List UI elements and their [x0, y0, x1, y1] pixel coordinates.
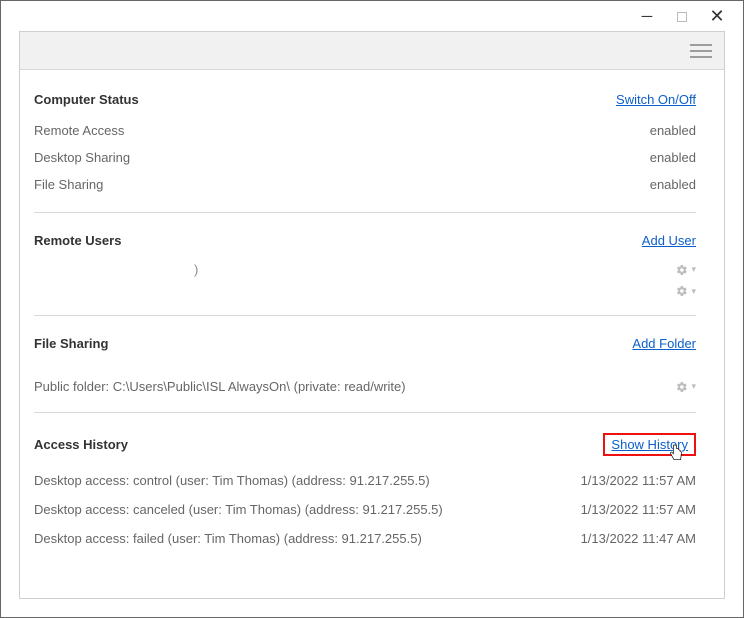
caret-down-icon: ▾: [691, 286, 696, 297]
section-divider: [34, 315, 696, 316]
status-value: enabled: [650, 123, 696, 138]
section-divider: [34, 212, 696, 213]
history-row: Desktop access: control (user: Tim Thoma…: [34, 466, 696, 495]
history-time: 1/13/2022 11:47 AM: [581, 531, 696, 546]
add-user-link[interactable]: Add User: [642, 233, 696, 248]
user-settings-button[interactable]: ▾: [676, 285, 696, 297]
menu-icon[interactable]: [690, 44, 712, 58]
show-history-link[interactable]: Show History: [611, 437, 688, 452]
remote-user-row: ) ▾: [34, 258, 696, 281]
minimize-button[interactable]: ─: [639, 8, 655, 24]
gear-icon: [676, 381, 688, 393]
close-button[interactable]: ✕: [709, 8, 725, 24]
status-row: Remote Access enabled: [34, 117, 696, 144]
caret-down-icon: ▾: [691, 264, 696, 275]
status-row: Desktop Sharing enabled: [34, 144, 696, 171]
remote-users-title: Remote Users: [34, 233, 121, 248]
history-text: Desktop access: control (user: Tim Thoma…: [34, 473, 430, 488]
section-divider: [34, 412, 696, 413]
titlebar: ─ ✕: [1, 1, 743, 31]
user-settings-button[interactable]: ▾: [676, 264, 696, 276]
gear-icon: [676, 285, 688, 297]
public-folder-path: Public folder: C:\Users\Public\ISL Alway…: [34, 379, 406, 394]
history-row: Desktop access: canceled (user: Tim Thom…: [34, 495, 696, 524]
history-time: 1/13/2022 11:57 AM: [581, 502, 696, 517]
status-label: File Sharing: [34, 177, 103, 192]
add-folder-link[interactable]: Add Folder: [632, 336, 696, 351]
scroll-area[interactable]: Computer Status Switch On/Off Remote Acc…: [20, 70, 724, 598]
section-computer-status: Computer Status Switch On/Off Remote Acc…: [34, 92, 696, 213]
history-row: Desktop access: failed (user: Tim Thomas…: [34, 524, 696, 553]
status-label: Remote Access: [34, 123, 124, 138]
content-frame: Computer Status Switch On/Off Remote Acc…: [19, 31, 725, 599]
caret-down-icon: ▾: [691, 381, 696, 392]
history-text: Desktop access: canceled (user: Tim Thom…: [34, 502, 443, 517]
toolbar: [20, 32, 724, 70]
section-remote-users: Remote Users Add User ) ▾: [34, 233, 696, 316]
history-time: 1/13/2022 11:57 AM: [581, 473, 696, 488]
file-sharing-row: Public folder: C:\Users\Public\ISL Alway…: [34, 361, 696, 398]
section-file-sharing: File Sharing Add Folder Public folder: C…: [34, 336, 696, 413]
show-history-highlight: Show History: [603, 433, 696, 456]
maximize-button[interactable]: [677, 12, 687, 22]
section-access-history: Access History Show History Desktop acce…: [34, 433, 696, 553]
folder-settings-button[interactable]: ▾: [676, 381, 696, 393]
history-text: Desktop access: failed (user: Tim Thomas…: [34, 531, 422, 546]
remote-user-row: ▾: [34, 281, 696, 301]
status-value: enabled: [650, 150, 696, 165]
access-history-title: Access History: [34, 437, 128, 452]
status-value: enabled: [650, 177, 696, 192]
status-row: File Sharing enabled: [34, 171, 696, 198]
remote-user-name: ): [34, 262, 198, 277]
gear-icon: [676, 264, 688, 276]
switch-on-off-link[interactable]: Switch On/Off: [616, 92, 696, 107]
app-window: ─ ✕ Computer Status Switch On/Off Remote…: [0, 0, 744, 618]
status-label: Desktop Sharing: [34, 150, 130, 165]
file-sharing-title: File Sharing: [34, 336, 108, 351]
computer-status-title: Computer Status: [34, 92, 139, 107]
